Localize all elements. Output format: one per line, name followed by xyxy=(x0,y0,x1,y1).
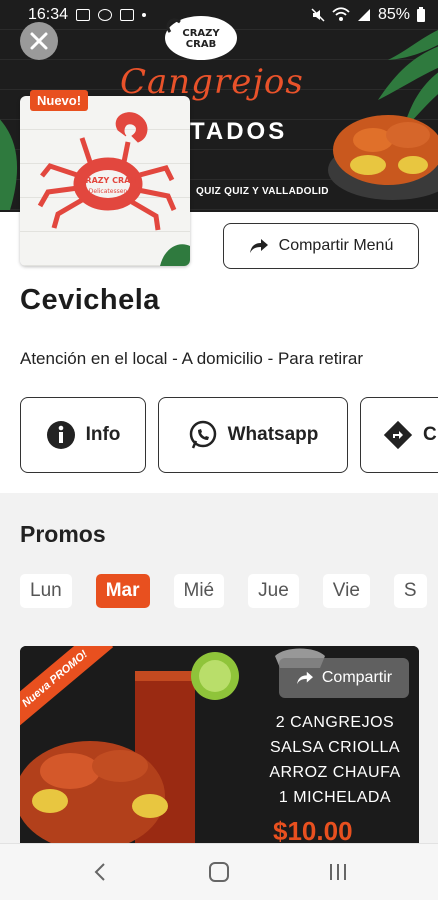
recents-button[interactable] xyxy=(308,852,368,892)
new-badge: Nuevo! xyxy=(30,90,89,111)
promo-line: 2 CANGREJOS xyxy=(275,714,395,731)
directions-button[interactable]: C xyxy=(360,397,438,473)
promo-line: 1 MICHELADA xyxy=(278,789,392,806)
close-button[interactable] xyxy=(20,22,58,60)
day-tab-mar[interactable]: Mar xyxy=(95,574,150,608)
action-button-row: Info Whatsapp C xyxy=(20,397,438,473)
day-tab-sab[interactable]: S xyxy=(393,574,427,608)
service-modes: Atención en el local - A domicilio - Par… xyxy=(20,349,363,368)
status-bar: 16:34 85% xyxy=(0,0,438,30)
info-label: Info xyxy=(85,424,121,445)
wifi-icon xyxy=(332,7,350,21)
promos-section: Promos Lun Mar Mié Jue Vie S Nueva PROMO… xyxy=(0,493,438,843)
restaurant-logo: CRAZY CRAB Delicatessen xyxy=(20,96,190,266)
day-tab-lun[interactable]: Lun xyxy=(20,574,72,608)
info-button[interactable]: Info xyxy=(20,397,146,473)
share-arrow-icon xyxy=(249,239,268,253)
day-tabs: Lun Mar Mié Jue Vie S xyxy=(20,574,438,610)
svg-text:Delicatessen: Delicatessen xyxy=(89,188,128,195)
day-tab-jue[interactable]: Jue xyxy=(248,574,299,608)
crayfish-dish-image xyxy=(328,115,438,200)
whatsapp-button[interactable]: Whatsapp xyxy=(158,397,348,473)
mute-icon xyxy=(311,8,325,22)
more-notifications-icon xyxy=(142,13,147,17)
promo-share-button[interactable]: Compartir xyxy=(279,658,409,698)
close-icon xyxy=(30,32,48,50)
home-button[interactable] xyxy=(189,852,249,892)
share-arrow-icon xyxy=(296,671,313,685)
battery-percent: 85% xyxy=(377,6,410,23)
day-tab-vie[interactable]: Vie xyxy=(322,574,370,608)
whatsapp-label: Whatsapp xyxy=(227,424,319,445)
home-square-icon xyxy=(208,862,229,882)
restaurant-name: Cevichela xyxy=(20,284,160,316)
hero-headline-bottom: TADOS xyxy=(190,118,288,145)
back-button[interactable] xyxy=(70,852,130,892)
crab-logo-icon: CRAZY CRAB Delicatessen xyxy=(37,112,190,266)
gallery-notification-icon xyxy=(76,9,91,21)
day-tab-mie[interactable]: Mié xyxy=(173,574,225,608)
status-time: 16:34 xyxy=(28,6,69,23)
svg-text:CRAB: CRAB xyxy=(186,39,216,50)
share-menu-button[interactable]: Compartir Menú xyxy=(223,223,419,269)
promo-line: SALSA CRIOLLA xyxy=(269,739,401,756)
promo-share-label: Compartir xyxy=(321,669,393,686)
b-notification-icon xyxy=(98,9,113,21)
back-chevron-icon xyxy=(94,863,105,881)
share-menu-label: Compartir Menú xyxy=(278,237,394,254)
recents-icon xyxy=(330,864,347,880)
directions-label: C xyxy=(423,424,437,445)
system-nav-bar xyxy=(0,843,438,900)
signal-icon xyxy=(357,9,370,21)
svg-text:CRAZY CRAB: CRAZY CRAB xyxy=(80,176,137,185)
app-screen: Cangrejos TADOS QUIZ QUIZ Y VALLADOLID C… xyxy=(0,0,438,900)
directions-icon xyxy=(383,420,413,450)
whatsapp-icon xyxy=(189,420,216,449)
hero-address: QUIZ QUIZ Y VALLADOLID xyxy=(196,186,329,197)
battery-icon xyxy=(417,7,425,22)
promos-title: Promos xyxy=(20,521,106,547)
promo-description: 2 CANGREJOS SALSA CRIOLLA ARROZ CHAUFA 1… xyxy=(260,710,410,810)
promo-price: $10.00 xyxy=(273,816,353,843)
monitor-notification-icon xyxy=(120,9,135,21)
promo-line: ARROZ CHAUFA xyxy=(269,764,401,781)
promo-card[interactable]: Nueva PROMO! Compartir 2 CANGREJOS SALSA… xyxy=(20,646,419,843)
info-icon xyxy=(46,421,75,449)
